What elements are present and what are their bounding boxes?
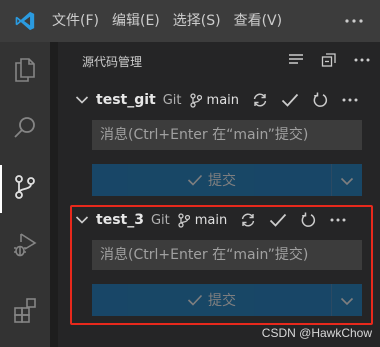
title-bar: 文件(F) 编辑(E) 选择(S) 查看(V) [0, 0, 380, 42]
commit-message-input[interactable] [92, 120, 362, 150]
commit-button[interactable]: 提交 [92, 164, 331, 196]
activity-bar [0, 42, 50, 347]
run-debug-button[interactable] [0, 222, 50, 270]
collapse-all-icon[interactable] [319, 50, 339, 70]
scm-header-actions [286, 50, 372, 70]
search-button[interactable] [0, 106, 50, 154]
repo-name: test_git [96, 92, 156, 108]
files-icon [11, 56, 39, 88]
search-icon [11, 114, 39, 146]
refresh-icon[interactable] [309, 90, 331, 110]
explorer-button[interactable] [0, 48, 50, 96]
ellipsis-icon[interactable] [342, 11, 366, 31]
watermark: CSDN @HawkChow [261, 326, 372, 340]
run-debug-icon [11, 230, 39, 262]
extensions-button[interactable] [0, 288, 50, 336]
menu-bar: 文件(F) 编辑(E) 选择(S) 查看(V) [50, 0, 293, 42]
branch-name: main [206, 92, 240, 108]
source-control-icon [11, 173, 39, 205]
commit-button-group: 提交 [92, 164, 362, 196]
extensions-icon [11, 296, 39, 328]
commit-check-icon[interactable] [279, 90, 301, 110]
view-as-list-icon[interactable] [286, 50, 306, 70]
ellipsis-icon[interactable] [352, 50, 372, 70]
menu-edit[interactable]: 编辑(E) [110, 0, 171, 42]
repo-row-test-git[interactable]: test_git Git main [72, 88, 372, 112]
highlight-box [70, 205, 373, 325]
sync-icon[interactable] [249, 90, 271, 110]
menu-selection[interactable]: 选择(S) [171, 0, 232, 42]
check-icon [187, 174, 203, 186]
branch-indicator[interactable]: main [189, 92, 240, 108]
branch-icon [189, 92, 204, 108]
commit-button-label: 提交 [208, 173, 236, 189]
repo-provider: Git [162, 92, 182, 108]
chevron-down-icon [340, 171, 354, 190]
vscode-logo-icon [0, 0, 50, 42]
menu-file[interactable]: 文件(F) [50, 0, 110, 42]
menu-view[interactable]: 查看(V) [232, 0, 294, 42]
scm-view-title: 源代码管理 [82, 55, 143, 69]
commit-dropdown-button[interactable] [332, 164, 362, 196]
ellipsis-icon[interactable] [339, 90, 361, 110]
panel-gutter [50, 42, 58, 347]
source-control-button[interactable] [0, 165, 50, 213]
chevron-down-icon[interactable] [72, 90, 92, 110]
repo-actions [249, 90, 361, 110]
